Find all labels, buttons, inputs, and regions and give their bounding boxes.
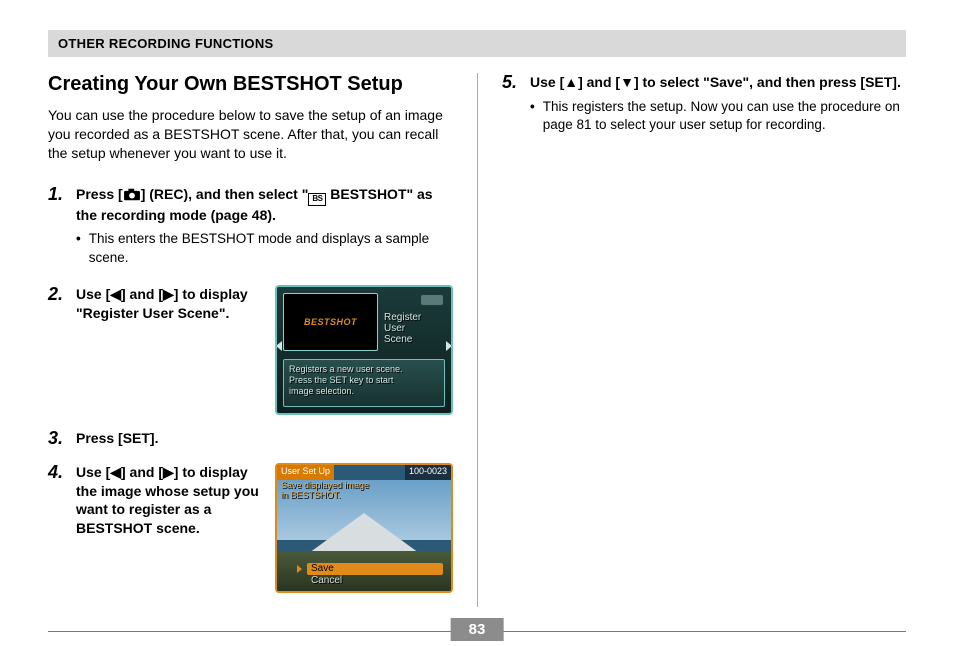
step-number: 2. [48, 285, 68, 415]
screenshot-register-user-scene: BESTSHOT Register User Scene Registers a… [275, 285, 453, 415]
step-3-text: Press [SET]. [76, 429, 453, 448]
text-fragment: ] (REC), and then select " [141, 186, 309, 202]
nav-left-arrow-icon [276, 341, 282, 351]
page-number-badge: 83 [451, 618, 504, 641]
step-2: 2. Use [◀] and [▶] to display "Register … [48, 285, 453, 415]
image-counter: 100-0023 [405, 465, 451, 480]
bullet-text: This enters the BESTSHOT mode and displa… [89, 230, 453, 266]
step-1-bullet: This enters the BESTSHOT mode and displa… [76, 230, 453, 266]
step-1-text: Press [] (REC), and then select "BS BEST… [76, 185, 453, 225]
step-4: 4. Use [◀] and [▶] to display the image … [48, 463, 453, 593]
step-5-bullet: This registers the setup. Now you can us… [530, 98, 906, 134]
bestshot-logo-text: BESTSHOT [304, 317, 357, 327]
right-column: 5. Use [▲] and [▼] to select "Save", and… [477, 73, 906, 607]
nav-right-arrow-icon [446, 341, 452, 351]
text-line: User [384, 323, 445, 334]
photo-mountain [309, 513, 419, 553]
mode-badge-icon [421, 295, 443, 305]
bullet-text: This registers the setup. Now you can us… [543, 98, 906, 134]
dialog-subtitle: Save displayed image in BESTSHOT. [281, 480, 369, 501]
step-number: 4. [48, 463, 68, 593]
step-1: 1. Press [] (REC), and then select "BS B… [48, 185, 453, 271]
step-number: 1. [48, 185, 68, 271]
bs-icon: BS [308, 193, 326, 206]
text-line: Press the SET key to start [289, 375, 439, 386]
dialog-titlebar: User Set Up 100-0023 [277, 465, 451, 480]
step-number: 5. [502, 73, 522, 138]
section-header: OTHER RECORDING FUNCTIONS [48, 30, 906, 57]
page-footer: 83 [48, 631, 906, 632]
page-title: Creating Your Own BESTSHOT Setup [48, 73, 453, 96]
intro-paragraph: You can use the procedure below to save … [48, 106, 453, 163]
screenshot-user-set-up: User Set Up 100-0023 Save displayed imag… [275, 463, 453, 593]
text-line: Registers a new user scene. [289, 364, 439, 375]
two-column-layout: Creating Your Own BESTSHOT Setup You can… [48, 73, 906, 607]
footer-divider: 83 [48, 631, 906, 632]
manual-page: OTHER RECORDING FUNCTIONS Creating Your … [0, 0, 954, 646]
bestshot-preview-thumb: BESTSHOT [283, 293, 378, 351]
menu-selector-arrow-icon [297, 565, 302, 573]
scene-description-box: Registers a new user scene. Press the SE… [283, 359, 445, 407]
text-line: image selection. [289, 386, 439, 397]
save-cancel-menu: Save Cancel [307, 563, 443, 588]
text-line: Register [384, 312, 445, 323]
text-line: in BESTSHOT. [281, 490, 369, 500]
left-column: Creating Your Own BESTSHOT Setup You can… [48, 73, 477, 607]
text-line: Save displayed image [281, 480, 369, 490]
step-5-text: Use [▲] and [▼] to select "Save", and th… [530, 73, 906, 92]
step-number: 3. [48, 429, 68, 449]
menu-option-save: Save [307, 563, 443, 576]
step-5: 5. Use [▲] and [▼] to select "Save", and… [502, 73, 906, 138]
text-line: Scene [384, 334, 445, 345]
step-3: 3. Press [SET]. [48, 429, 453, 449]
step-4-text: Use [◀] and [▶] to display the image who… [76, 463, 261, 539]
dialog-title: User Set Up [277, 465, 334, 480]
step-2-text: Use [◀] and [▶] to display "Register Use… [76, 285, 261, 323]
camera-icon [123, 187, 141, 206]
text-fragment: Press [ [76, 186, 123, 202]
menu-option-cancel: Cancel [307, 575, 443, 588]
